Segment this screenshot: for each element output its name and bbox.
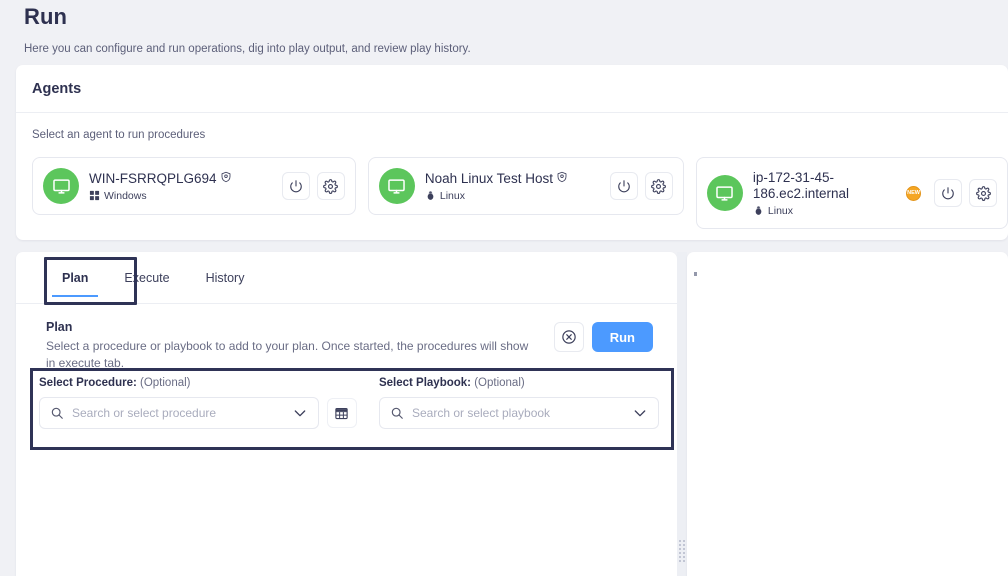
run-page: Run Here you can configure and run opera…	[0, 0, 1008, 576]
windows-icon	[89, 190, 100, 201]
grip-dots-icon	[679, 540, 685, 562]
agents-card-body: Select an agent to run procedures WIN-FS…	[16, 113, 1008, 229]
agent-list: WIN-FSRRQPLG694 Windows Noah Linux Test …	[32, 157, 1008, 229]
output-panel-marker	[694, 272, 697, 276]
agent-os-row: Windows	[89, 190, 282, 202]
agent-name-row: ip-172-31-45-186.ec2.internal	[753, 170, 906, 202]
new-badge: NEW	[906, 185, 922, 201]
agent-os-label: Windows	[104, 189, 147, 202]
search-icon	[50, 406, 64, 420]
tab-execute[interactable]: Execute	[106, 252, 187, 303]
chevron-down-icon[interactable]	[292, 405, 308, 421]
page-title: Run	[24, 4, 68, 29]
agent-card-ip-172-31-45-186[interactable]: ip-172-31-45-186.ec2.internal Linux NEW	[695, 157, 1008, 229]
page-header: Run Here you can configure and run opera…	[0, 0, 1008, 55]
chevron-down-icon[interactable]	[632, 405, 648, 421]
agent-actions	[609, 172, 673, 200]
agent-os-label: Linux	[767, 204, 794, 217]
plan-header-text: Plan Select a procedure or playbook to a…	[46, 320, 554, 372]
table-icon[interactable]	[326, 398, 357, 428]
shield-icon	[220, 171, 232, 183]
procedure-input-row: Search or select procedure	[39, 397, 357, 429]
plan-actions: Run	[553, 320, 653, 352]
playbook-label: Select Playbook: (Optional)	[379, 377, 659, 389]
linux-icon	[753, 205, 764, 216]
procedure-search-input[interactable]: Search or select procedure	[39, 397, 319, 429]
power-icon[interactable]	[281, 172, 310, 200]
agent-name-row: WIN-FSRRQPLG694	[89, 171, 282, 187]
procedure-label: Select Procedure: (Optional)	[39, 377, 357, 389]
agent-card-win-fsrrqplg694[interactable]: WIN-FSRRQPLG694 Windows	[32, 157, 356, 215]
agent-actions: NEW	[906, 179, 998, 207]
procedure-label-text: Select Procedure:	[39, 377, 137, 389]
plan-description: Select a procedure or playbook to add to…	[46, 339, 529, 370]
plan-body: Plan Select a procedure or playbook to a…	[16, 304, 677, 372]
agent-card-noah-linux-test-host[interactable]: Noah Linux Test Host Linux	[367, 157, 684, 215]
playbook-input-row: Search or select playbook	[378, 397, 659, 429]
panel-resize-handle[interactable]	[677, 252, 687, 576]
agents-card-title: Agents	[32, 80, 82, 97]
power-icon[interactable]	[609, 172, 638, 200]
agent-name: Noah Linux Test Host	[424, 170, 553, 186]
tab-bar: Plan Execute History	[16, 252, 677, 304]
agent-info: WIN-FSRRQPLG694 Windows	[89, 171, 282, 202]
playbook-selector: Select Playbook: (Optional) Search or se…	[357, 377, 659, 429]
agent-info: Noah Linux Test Host Linux	[425, 171, 610, 202]
tab-history[interactable]: History	[188, 252, 263, 303]
procedure-placeholder: Search or select procedure	[72, 406, 217, 420]
agent-os-label: Linux	[439, 189, 465, 202]
agent-info: ip-172-31-45-186.ec2.internal Linux	[753, 170, 906, 217]
agents-card: Agents Select an agent to run procedures	[16, 65, 1008, 240]
playbook-optional-text: (Optional)	[474, 377, 525, 389]
tab-plan[interactable]: Plan	[44, 252, 106, 303]
plan-header-row: Plan Select a procedure or playbook to a…	[46, 320, 653, 372]
gear-icon[interactable]	[644, 172, 673, 200]
page-subtitle: Here you can configure and run operation…	[24, 43, 471, 55]
gear-icon[interactable]	[969, 179, 998, 207]
agents-card-header: Agents	[16, 65, 1008, 113]
procedure-selector: Select Procedure: (Optional) Search or s…	[39, 377, 357, 429]
power-icon[interactable]	[934, 179, 963, 207]
procedure-optional-text: (Optional)	[140, 377, 191, 389]
playbook-placeholder: Search or select playbook	[411, 406, 551, 420]
agents-hint: Select an agent to run procedures	[32, 129, 206, 141]
monitor-icon	[706, 175, 743, 211]
plan-title: Plan	[46, 320, 73, 334]
run-button[interactable]: Run	[591, 322, 653, 352]
selectors-focus-region: Select Procedure: (Optional) Search or s…	[30, 368, 674, 450]
agent-os-row: Linux	[425, 190, 610, 202]
agent-name-row: Noah Linux Test Host	[425, 171, 610, 187]
playbook-label-text: Select Playbook:	[378, 377, 472, 389]
linux-icon	[425, 190, 436, 201]
stop-icon[interactable]	[553, 322, 584, 352]
monitor-icon	[43, 168, 79, 204]
gear-icon[interactable]	[316, 172, 345, 200]
agent-name: ip-172-31-45-186.ec2.internal	[752, 169, 849, 201]
agent-os-row: Linux	[753, 205, 906, 217]
shield-icon	[556, 171, 568, 183]
agent-name: WIN-FSRRQPLG694	[89, 170, 217, 186]
selectors-row: Select Procedure: (Optional) Search or s…	[37, 377, 659, 429]
search-icon	[390, 406, 404, 420]
monitor-icon	[378, 168, 415, 204]
playbook-search-input[interactable]: Search or select playbook	[378, 397, 659, 429]
agent-actions	[281, 172, 345, 200]
output-panel	[687, 252, 1008, 576]
